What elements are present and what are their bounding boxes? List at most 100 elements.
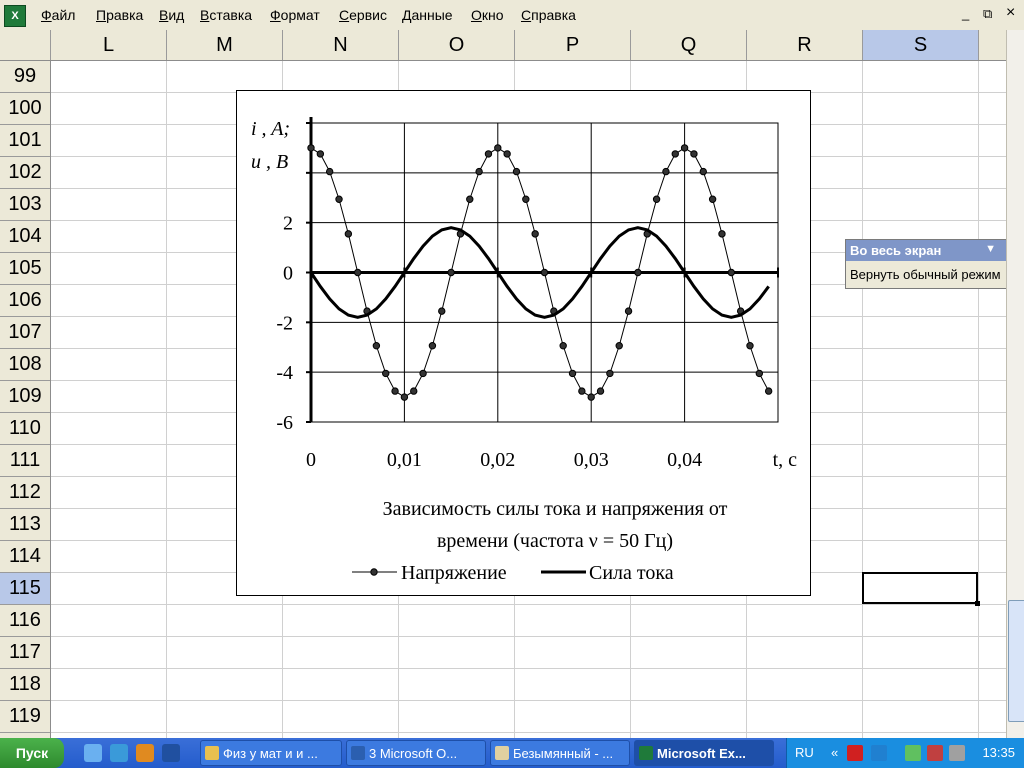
column-header-r[interactable]: R [747,30,863,60]
x-tick-label: 0,04 [667,449,702,471]
row-header-113[interactable]: 113 [0,509,50,541]
power-icon[interactable] [905,745,921,761]
data-point [606,369,614,378]
column-header-o[interactable]: O [399,30,515,60]
row-header-115[interactable]: 115 [0,573,50,605]
row-header-99[interactable]: 99 [0,61,50,93]
menu-edit[interactable]: Правка [96,7,143,23]
toolbar-options-icon[interactable]: ▼ [985,243,996,255]
menu-file[interactable]: Файл [41,7,75,23]
row-header-104[interactable]: 104 [0,221,50,253]
data-point [307,144,315,152]
data-point [428,342,437,350]
language-indicator[interactable]: RU [795,745,814,760]
quicklaunch-ie-icon[interactable] [84,744,102,762]
row-header-102[interactable]: 102 [0,157,50,189]
data-point [316,150,325,158]
row-header-108[interactable]: 108 [0,349,50,381]
data-point [522,195,530,203]
paint-icon [495,746,509,760]
x-axis-label: t, c [773,449,798,471]
menu-tools[interactable]: Сервис [339,7,387,23]
word-icon [351,746,365,760]
minimize-icon[interactable]: _ [962,6,969,21]
close-icon[interactable]: × [1006,4,1015,22]
data-point [680,144,689,152]
fullscreen-title: Во весь экран [850,243,942,258]
column-header-q[interactable]: Q [631,30,747,60]
data-point [438,307,446,315]
column-header-m[interactable]: M [167,30,283,60]
usb-icon[interactable] [927,745,943,761]
menu-data[interactable]: Данные [402,7,453,23]
clock: 13:35 [982,745,1015,760]
row-header-110[interactable]: 110 [0,413,50,445]
row-header-103[interactable]: 103 [0,189,50,221]
task-button-3[interactable]: Безымянный - ... [490,740,630,766]
chart-axes [306,117,779,423]
data-point [503,150,511,158]
row-header-118[interactable]: 118 [0,669,50,701]
chart-title-line-2: времени (частота ν = 50 Гц) [437,530,673,552]
x-tick-label: 0 [306,449,316,471]
y-tick-label: -6 [276,412,293,434]
data-point [764,387,773,395]
tray-expand-icon[interactable]: « [831,745,838,760]
task-button-4[interactable]: Microsoft Ex... [634,740,774,766]
excel-app-icon[interactable]: X [4,5,26,27]
row-header-116[interactable]: 116 [0,605,50,637]
active-cell[interactable] [862,572,980,606]
row-header-112[interactable]: 112 [0,477,50,509]
column-header-s[interactable]: S [863,30,979,60]
menu-format[interactable]: Формат [270,7,320,23]
task-button-2[interactable]: 3 Microsoft O... [346,740,486,766]
column-header-l[interactable]: L [51,30,167,60]
vertical-scrollbar[interactable] [1006,30,1024,738]
column-header-bar: L M N O P Q R S [0,30,1006,61]
antivirus-icon[interactable] [847,745,863,761]
menu-view[interactable]: Вид [159,7,184,23]
task-button-1[interactable]: Физ у мат и и ... [200,740,342,766]
system-tray: RU « 13:35 [786,738,1024,768]
menu-window[interactable]: Окно [471,7,504,23]
x-tick-label: 0,02 [480,449,515,471]
row-header-105[interactable]: 105 [0,253,50,285]
column-header-n[interactable]: N [283,30,399,60]
row-header-117[interactable]: 117 [0,637,50,669]
chart[interactable]: 2 0 -2 -4 -6 0 0,01 0,02 0,03 0,04 t, c i , A; u , B… [236,90,811,596]
select-all-corner[interactable] [0,30,51,60]
row-header-106[interactable]: 106 [0,285,50,317]
data-point [596,387,605,395]
quicklaunch-browser-icon[interactable] [110,744,128,762]
row-header-100[interactable]: 100 [0,93,50,125]
data-point [671,150,679,158]
row-header-107[interactable]: 107 [0,317,50,349]
data-point [699,167,707,176]
row-header-111[interactable]: 111 [0,445,50,477]
column-header-p[interactable]: P [515,30,631,60]
data-point [578,387,586,395]
y-tick-label: 0 [283,263,293,285]
network-icon[interactable] [871,745,887,761]
row-header-119[interactable]: 119 [0,701,50,733]
start-button[interactable]: Пуск [0,738,64,768]
row-header-109[interactable]: 109 [0,381,50,413]
fill-handle[interactable] [975,601,980,606]
row-header-114[interactable]: 114 [0,541,50,573]
menu-help[interactable]: Справка [521,7,576,23]
start-label: Пуск [15,745,49,761]
quicklaunch-media-icon[interactable] [136,744,154,762]
menu-insert[interactable]: Вставка [200,7,252,23]
volume-icon[interactable] [949,745,965,761]
row-header-bar: 99 100 101 102 103 104 105 106 107 108 109 110 111 11… [0,61,51,738]
row-header-101[interactable]: 101 [0,125,50,157]
quicklaunch-desktop-icon[interactable] [162,744,180,762]
data-point [690,150,698,158]
x-tick-label: 0,01 [387,449,422,471]
close-fullscreen-button[interactable]: Вернуть обычный режим [846,261,1018,282]
data-point [484,150,493,158]
scrollbar-thumb[interactable] [1008,600,1024,722]
data-point [755,369,764,378]
restore-icon[interactable]: ⧉ [983,6,992,22]
data-point [615,342,623,350]
